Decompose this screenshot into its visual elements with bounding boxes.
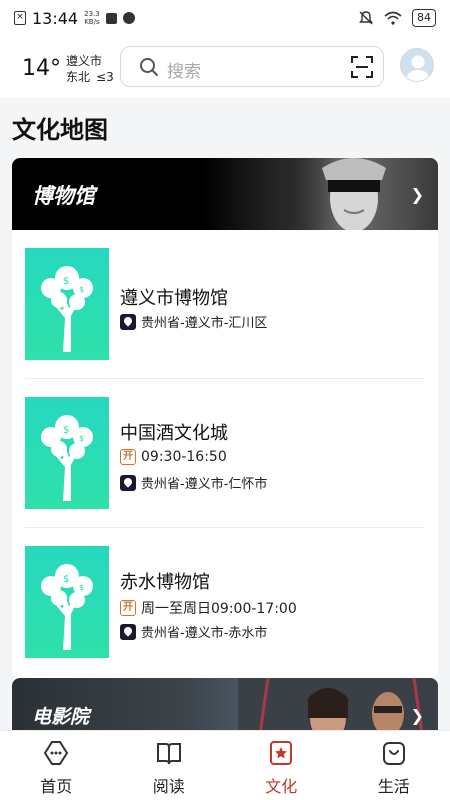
status-bar: × 13:44 23.3 KB/s 84 [0, 0, 450, 36]
network-speed: 23.3 KB/s [84, 10, 100, 26]
weather-wind: 东北 ≤3 [66, 70, 114, 84]
notification-icon: × [14, 11, 26, 25]
opening-hours: 开 09:30-16:50 [120, 449, 227, 465]
place-name: 遵义市博物馆 [120, 288, 228, 309]
nav-label: 阅读 [152, 777, 185, 796]
svg-text:$: $ [63, 276, 69, 287]
home-icon [44, 741, 69, 765]
nav-culture[interactable]: 文化 [225, 731, 338, 800]
culture-icon [270, 741, 293, 765]
place-address: 贵州省-遵义市-赤水市 [120, 622, 267, 641]
cinema-people-image [238, 678, 438, 734]
nav-read[interactable]: 阅读 [113, 731, 226, 800]
section-banner-cinema[interactable]: 电影院 ❯ [12, 678, 438, 734]
bottom-nav: 首页 阅读 文化 生活 [0, 730, 450, 800]
battery-indicator: 84 [412, 9, 436, 27]
app-notification-icon [105, 12, 117, 24]
section-title: 博物馆 [32, 184, 95, 208]
tree-logo-image: $ $ [25, 397, 109, 509]
divider [25, 378, 425, 379]
svg-text:$: $ [79, 285, 84, 294]
place-name: 赤水博物馆 [120, 572, 210, 593]
museum-section-card: 博物馆 ❯ $ $ 遵义市博物馆 贵州省-遵义市-汇川区 $ $ 中国酒文化城 … [12, 158, 438, 678]
place-name: 中国酒文化城 [120, 423, 228, 444]
tree-logo-image: $ $ [25, 248, 109, 360]
weather-city[interactable]: 遵义市 [66, 52, 102, 69]
location-pin-icon [120, 313, 136, 330]
svg-text:$: $ [63, 574, 69, 585]
svg-text:$: $ [79, 434, 84, 443]
place-address: 贵州省-遵义市-仁怀市 [120, 473, 267, 492]
location-pin-icon [120, 623, 136, 640]
search-placeholder: 搜索 [167, 62, 201, 82]
nav-label: 首页 [40, 777, 73, 796]
svg-text:$: $ [79, 583, 84, 592]
search-icon [140, 58, 158, 76]
divider [25, 527, 425, 528]
section-title: 电影院 [32, 706, 90, 728]
chevron-right-icon[interactable]: ❯ [411, 185, 424, 204]
nav-label: 生活 [377, 777, 410, 796]
life-icon [382, 742, 405, 765]
scan-icon[interactable] [351, 56, 373, 78]
app-notification-icon-2 [122, 12, 135, 24]
tree-logo-image: $ $ [25, 546, 109, 658]
page-title: 文化地图 [12, 116, 108, 144]
list-item[interactable]: $ $ 赤水博物馆 开 周一至周日09:00-17:00 贵州省-遵义市-赤水市 [25, 546, 425, 666]
mute-icon [359, 11, 373, 25]
section-banner-museum[interactable]: 博物馆 ❯ [12, 158, 438, 230]
top-header: 14° 遵义市 东北 ≤3 搜索 [0, 36, 450, 98]
open-badge-icon: 开 [120, 449, 136, 465]
open-badge-icon: 开 [120, 600, 136, 616]
chevron-right-icon[interactable]: ❯ [411, 706, 424, 725]
nav-life[interactable]: 生活 [338, 731, 450, 800]
list-item[interactable]: $ $ 遵义市博物馆 贵州省-遵义市-汇川区 [25, 248, 425, 368]
avatar[interactable] [400, 48, 434, 82]
book-icon [156, 743, 181, 765]
place-address: 贵州省-遵义市-汇川区 [120, 312, 267, 331]
location-pin-icon [120, 474, 136, 491]
wifi-icon [384, 11, 402, 25]
search-input[interactable]: 搜索 [120, 46, 384, 87]
opening-hours: 开 周一至周日09:00-17:00 [120, 598, 297, 618]
nav-label: 文化 [265, 777, 298, 796]
nav-home[interactable]: 首页 [0, 731, 113, 800]
status-time: 13:44 [32, 8, 79, 28]
list-item[interactable]: $ $ 中国酒文化城 开 09:30-16:50 贵州省-遵义市-仁怀市 [25, 397, 425, 517]
svg-text:$: $ [63, 425, 69, 436]
weather-temperature[interactable]: 14° [22, 56, 61, 81]
